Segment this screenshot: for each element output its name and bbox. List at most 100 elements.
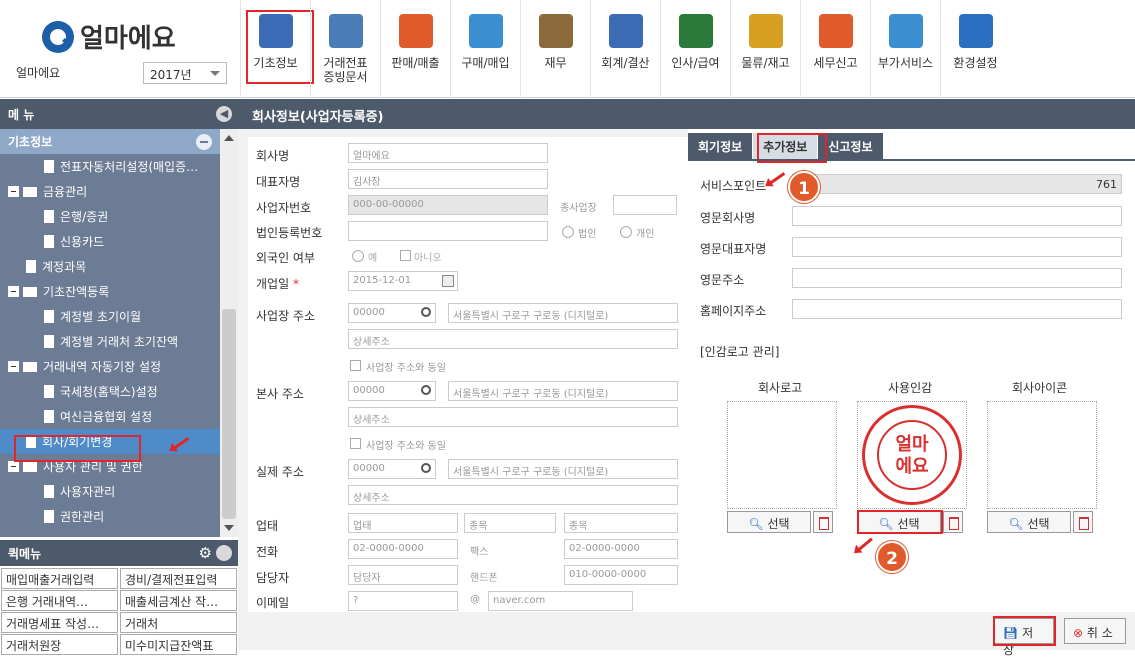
label-same-addr-2: 사업장 주소와 동일: [366, 441, 446, 452]
collapse-node-icon[interactable]: [8, 461, 19, 472]
menu-group-basic-info[interactable]: 기초정보: [0, 129, 220, 154]
sub-biz-field[interactable]: [613, 195, 677, 215]
radio-personal[interactable]: [620, 226, 632, 238]
zip-field-3[interactable]: 00000: [348, 459, 436, 479]
sidebar-item-5[interactable]: 계정과목: [0, 254, 220, 279]
search-icon[interactable]: [421, 307, 431, 317]
delete-icon-icon[interactable]: [1073, 511, 1093, 533]
toolbar-button-9[interactable]: 세무신고: [800, 0, 870, 98]
delete-logo-icon[interactable]: [813, 511, 833, 533]
bizitem-field[interactable]: 종목: [464, 513, 556, 533]
toolbar-button-6[interactable]: 회계/결산: [590, 0, 660, 98]
collapse-node-icon[interactable]: [8, 361, 19, 372]
toolbar-label: 부가서비스: [877, 56, 934, 70]
bizitem2-field[interactable]: 종목: [564, 513, 678, 533]
addr-detail-field-3[interactable]: 상세주소: [348, 485, 678, 505]
radio-corp[interactable]: [562, 226, 574, 238]
addr-field-3[interactable]: 서울특별시 구로구 구로동 (디지털로): [448, 459, 678, 479]
toolbar-button-2[interactable]: 거래전표 증빙문서: [310, 0, 380, 98]
tab-1[interactable]: 회기정보: [688, 133, 754, 159]
toolbar-button-5[interactable]: 재무: [520, 0, 590, 98]
sidebar-item-8[interactable]: 계정별 거래처 초기잔액: [0, 329, 220, 354]
phone-field[interactable]: 02-0000-0000: [348, 539, 458, 559]
quickmenu-item[interactable]: 매입매출거래입력: [1, 568, 118, 589]
app-logo: 얼마에요: [42, 18, 176, 55]
addr-detail-field-2[interactable]: 상세주소: [348, 407, 678, 427]
collapse-group-icon[interactable]: [196, 134, 212, 150]
collapse-quickmenu-icon[interactable]: [216, 545, 232, 561]
quickmenu-item[interactable]: 미수미지급잔액표: [120, 634, 237, 655]
corpno-field[interactable]: [348, 221, 548, 241]
eng-name-field[interactable]: [792, 206, 1122, 226]
company-logo-box[interactable]: [727, 401, 837, 509]
scroll-thumb[interactable]: [222, 309, 236, 519]
eng-ceo-field[interactable]: [792, 237, 1122, 257]
company-name-field[interactable]: 얼마에요: [348, 143, 548, 163]
email-domain-select[interactable]: naver.com: [488, 591, 633, 611]
calendar-icon[interactable]: [442, 275, 454, 287]
quickmenu-grid: 매입매출거래입력 경비/결제전표입력 은행 거래내역… 매출세금계산 작… 거래명세표 …: [0, 567, 238, 655]
addr-field-2[interactable]: 서울특별시 구로구 구로동 (디지털로): [448, 381, 678, 401]
collapse-sidebar-icon[interactable]: ◀: [216, 106, 232, 122]
collapse-node-icon[interactable]: [8, 286, 19, 297]
sidebar-item-label: 여신금융협회 설정: [60, 410, 153, 424]
quickmenu-item[interactable]: 거래처원장: [1, 634, 118, 655]
collapse-node-icon[interactable]: [8, 186, 19, 197]
select-logo-button[interactable]: 🔍︎ 선택: [727, 511, 811, 533]
sidebar-item-6[interactable]: 기초잔액등록: [0, 279, 220, 304]
toolbar-button-3[interactable]: 판매/매출: [380, 0, 450, 98]
scroll-down-icon[interactable]: [224, 525, 234, 531]
sidebar-item-7[interactable]: 계정별 초기이월: [0, 304, 220, 329]
toolbar-button-10[interactable]: 부가서비스: [870, 0, 940, 98]
toolbar-button-7[interactable]: 인사/급여: [660, 0, 730, 98]
ceo-field[interactable]: 김사장: [348, 169, 548, 189]
sidebar-item-2[interactable]: 금융관리: [0, 179, 220, 204]
tab-3[interactable]: 신고정보: [818, 133, 884, 159]
company-icon-box[interactable]: [987, 401, 1097, 509]
delete-seal-icon[interactable]: [943, 511, 963, 533]
email-id-field[interactable]: ?: [348, 591, 458, 611]
menu-scrollbar[interactable]: [220, 129, 238, 537]
gear-icon[interactable]: ⚙: [199, 544, 212, 562]
cancel-button[interactable]: ⊗ 취 소: [1064, 618, 1126, 644]
addr-field-1[interactable]: 서울특별시 구로구 구로동 (디지털로): [448, 303, 678, 323]
sidebar-item-15[interactable]: 권한관리: [0, 504, 220, 529]
main-panel: 회사정보(사업자등록증) 회사명 얼마에요 대표자명 김사장 사업자번호 000…: [238, 99, 1135, 657]
checkbox-foreign-no[interactable]: [400, 250, 411, 261]
sidebar-item-10[interactable]: 국세청(홈택스)설정: [0, 379, 220, 404]
quickmenu-item[interactable]: 거래처: [120, 612, 237, 633]
sidebar-item-3[interactable]: 은행/증권: [0, 204, 220, 229]
checkbox-same-addr-1[interactable]: [350, 360, 361, 371]
toolbar-button-4[interactable]: 구매/매입: [450, 0, 520, 98]
homepage-field[interactable]: [792, 299, 1122, 319]
quickmenu-item[interactable]: 매출세금계산 작…: [120, 590, 237, 611]
quickmenu-item[interactable]: 은행 거래내역…: [1, 590, 118, 611]
eng-addr-field[interactable]: [792, 268, 1122, 288]
zip-field-1[interactable]: 00000: [348, 303, 436, 323]
scroll-up-icon[interactable]: [224, 135, 234, 141]
quickmenu-item[interactable]: 거래명세표 작성…: [1, 612, 118, 633]
toolbar-button-11[interactable]: 환경설정: [940, 0, 1010, 98]
search-icon[interactable]: [421, 385, 431, 395]
mobile-field[interactable]: 010-0000-0000: [564, 565, 678, 585]
sidebar-item-label: 계정별 거래처 초기잔액: [60, 335, 179, 349]
person-icon: [678, 14, 713, 48]
sidebar-item-9[interactable]: 거래내역 자동기장 설정: [0, 354, 220, 379]
addr-detail-field-1[interactable]: 상세주소: [348, 329, 678, 349]
select-icon-button[interactable]: 🔍︎ 선택: [987, 511, 1071, 533]
manager-field[interactable]: 담당자: [348, 565, 458, 585]
zip-field-2[interactable]: 00000: [348, 381, 436, 401]
checkbox-same-addr-2[interactable]: [350, 438, 361, 449]
sidebar-item-14[interactable]: 사용자관리: [0, 479, 220, 504]
toolbar-button-8[interactable]: 물류/재고: [730, 0, 800, 98]
fax-field[interactable]: 02-0000-0000: [564, 539, 678, 559]
toolbar-button-1[interactable]: 기초정보: [240, 0, 314, 98]
sidebar-item-11[interactable]: 여신금융협회 설정: [0, 404, 220, 429]
sidebar-item-1[interactable]: 전표자동처리설정(매입증…: [0, 154, 220, 179]
biztype-field[interactable]: 업태: [348, 513, 458, 533]
radio-foreign-yes[interactable]: [352, 250, 364, 262]
quickmenu-item[interactable]: 경비/결제전표입력: [120, 568, 237, 589]
search-icon[interactable]: [421, 463, 431, 473]
sidebar-item-4[interactable]: 신용카드: [0, 229, 220, 254]
year-select[interactable]: 2017년: [143, 62, 227, 84]
